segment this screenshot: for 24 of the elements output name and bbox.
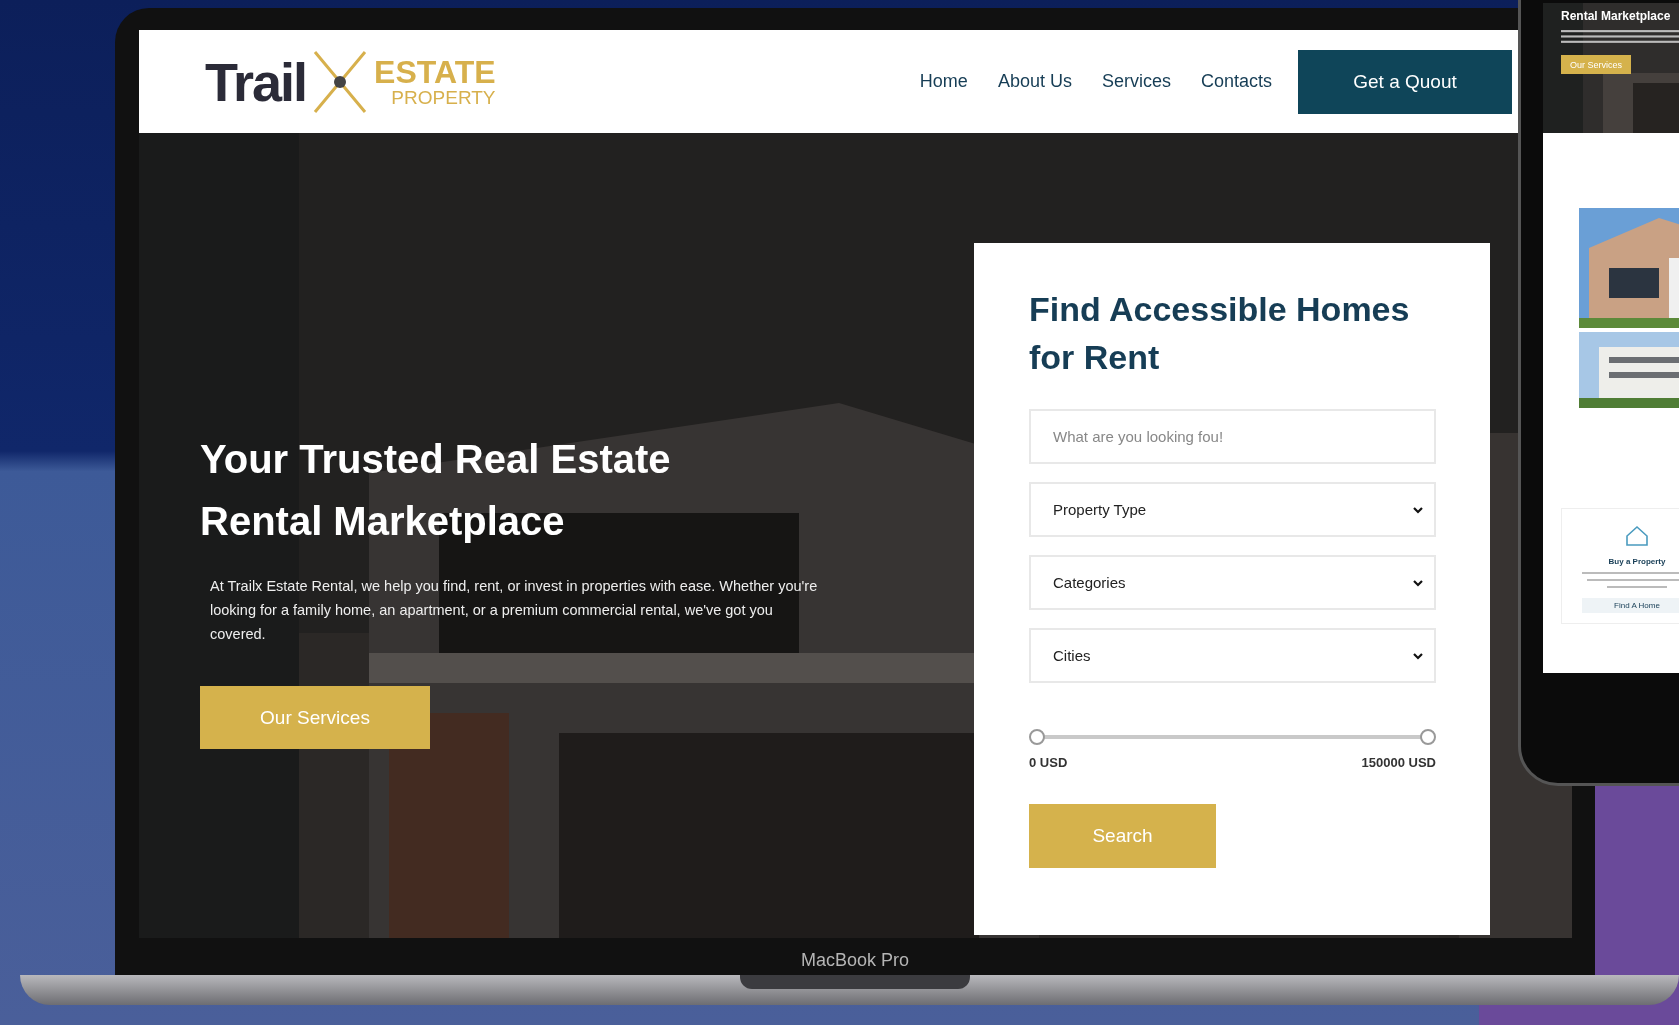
phone-card-title: Buy a Property xyxy=(1608,557,1666,566)
price-slider[interactable] xyxy=(1029,729,1436,745)
logo-wordmark: Trail xyxy=(205,50,307,113)
hero-title: Your Trusted Real Estate xyxy=(200,436,672,483)
phone-find-button[interactable]: Find A Home xyxy=(1582,598,1679,613)
nav-link[interactable]: Services xyxy=(1101,71,1171,92)
nav-link[interactable]: About Us xyxy=(997,71,1072,92)
price-min: 0 USD xyxy=(1029,755,1068,770)
hero-description: At Trailx Estate Rental, we help you find, rent, or invest in properties with ease. Whether you're looking for a family home, an apartment, or a premium commercial rental, we've got you covered. xyxy=(210,577,819,644)
select-field[interactable]: Property Type xyxy=(1029,482,1436,537)
nav-link[interactable]: Home xyxy=(919,71,968,92)
house-icon xyxy=(1624,523,1650,549)
price-max: 150000 USD xyxy=(1361,755,1436,770)
card-title: for Rent xyxy=(1029,337,1161,378)
hero-title: Rental Marketplace xyxy=(200,498,566,545)
laptop-label: MacBook Pro xyxy=(799,950,910,971)
card-title: Find Accessible Homes xyxy=(1029,289,1411,330)
nav-link[interactable]: Contacts xyxy=(1200,71,1272,92)
logo-subtitle: PROPERTY xyxy=(391,88,496,107)
select-field[interactable]: Cities xyxy=(1029,628,1436,683)
select-field[interactable]: Categories xyxy=(1029,555,1436,610)
logo-brand: ESTATE xyxy=(374,56,496,88)
quote-button[interactable]: Get a Quout xyxy=(1298,49,1512,114)
search-field[interactable]: What are you looking fou! xyxy=(1029,409,1436,464)
